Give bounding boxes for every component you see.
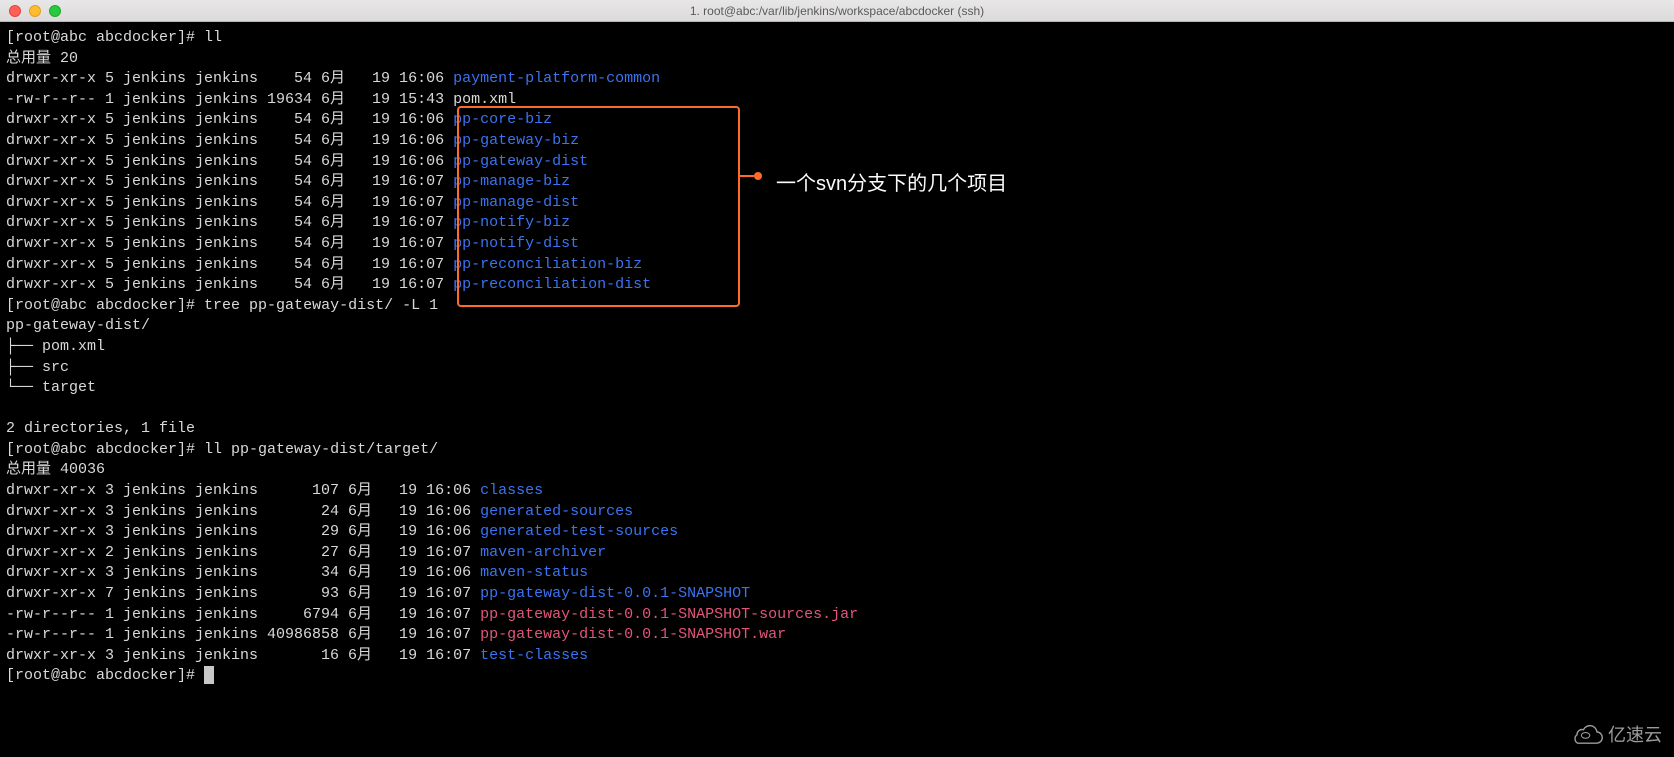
annotation-dot [754,172,762,180]
file-row: drwxr-xr-x 5 jenkins jenkins 54 6月 19 16… [6,194,453,211]
cursor [204,666,214,684]
file-name: pp-reconciliation-dist [453,276,651,293]
file-name: test-classes [480,647,588,664]
total-line: 总用量 20 [6,50,78,67]
command: ll pp-gateway-dist/target/ [204,441,438,458]
file-row: drwxr-xr-x 3 jenkins jenkins 29 6月 19 16… [6,523,480,540]
file-name: pp-gateway-dist [453,153,588,170]
file-name: pp-reconciliation-biz [453,256,642,273]
window-title: 1. root@abc:/var/lib/jenkins/workspace/a… [690,4,984,18]
file-row: drwxr-xr-x 5 jenkins jenkins 54 6月 19 16… [6,256,453,273]
total-line: 总用量 40036 [6,461,105,478]
cloud-icon [1570,723,1604,745]
file-row: drwxr-xr-x 2 jenkins jenkins 27 6月 19 16… [6,544,480,561]
file-name: classes [480,482,543,499]
tree-summary: 2 directories, 1 file [6,420,195,437]
file-name: pp-manage-biz [453,173,570,190]
annotation-connector [740,175,754,177]
terminal-content[interactable]: [root@abc abcdocker]# ll 总用量 20 drwxr-xr-x… [0,22,1674,693]
file-row: drwxr-xr-x 5 jenkins jenkins 54 6月 19 16… [6,70,453,87]
file-name: pp-notify-dist [453,235,579,252]
file-row: drwxr-xr-x 3 jenkins jenkins 16 6月 19 16… [6,647,480,664]
file-row: drwxr-xr-x 5 jenkins jenkins 54 6月 19 16… [6,173,453,190]
prompt: [root@abc abcdocker]# [6,667,204,684]
file-name: generated-test-sources [480,523,678,540]
tree-branch: ├── [6,359,42,376]
file-row: drwxr-xr-x 3 jenkins jenkins 24 6月 19 16… [6,503,480,520]
close-window-icon[interactable] [9,5,21,17]
file-name: pp-gateway-dist-0.0.1-SNAPSHOT-sources.j… [480,606,858,623]
command: tree pp-gateway-dist/ -L 1 [204,297,438,314]
file-name: pp-gateway-dist-0.0.1-SNAPSHOT.war [480,626,786,643]
file-row: drwxr-xr-x 5 jenkins jenkins 54 6月 19 16… [6,153,453,170]
file-name: pp-core-biz [453,111,552,128]
file-row: drwxr-xr-x 5 jenkins jenkins 54 6月 19 16… [6,276,453,293]
file-name: pp-gateway-dist-0.0.1-SNAPSHOT [480,585,750,602]
tree-item: pom.xml [42,338,105,355]
file-row: -rw-r--r-- 1 jenkins jenkins 19634 6月 19… [6,91,453,108]
watermark-logo: 亿速云 [1570,721,1662,747]
tree-branch: ├── [6,338,42,355]
tree-branch: └── [6,379,42,396]
file-row: drwxr-xr-x 3 jenkins jenkins 34 6月 19 16… [6,564,480,581]
file-row: drwxr-xr-x 5 jenkins jenkins 54 6月 19 16… [6,132,453,149]
file-name: maven-archiver [480,544,606,561]
file-row: drwxr-xr-x 3 jenkins jenkins 107 6月 19 1… [6,482,480,499]
file-row: drwxr-xr-x 7 jenkins jenkins 93 6月 19 16… [6,585,480,602]
annotation-label: 一个svn分支下的几个项目 [776,167,1007,196]
command: ll [204,29,222,46]
file-row: drwxr-xr-x 5 jenkins jenkins 54 6月 19 16… [6,214,453,231]
file-row: -rw-r--r-- 1 jenkins jenkins 6794 6月 19 … [6,606,480,623]
file-name: pp-notify-biz [453,214,570,231]
tree-root: pp-gateway-dist/ [6,317,150,334]
file-name: pp-manage-dist [453,194,579,211]
prompt: [root@abc abcdocker]# [6,441,204,458]
traffic-lights [0,5,61,17]
minimize-window-icon[interactable] [29,5,41,17]
file-row: drwxr-xr-x 5 jenkins jenkins 54 6月 19 16… [6,111,453,128]
file-row: -rw-r--r-- 1 jenkins jenkins 40986858 6月… [6,626,480,643]
maximize-window-icon[interactable] [49,5,61,17]
window-titlebar: 1. root@abc:/var/lib/jenkins/workspace/a… [0,0,1674,22]
file-name: maven-status [480,564,588,581]
file-name: generated-sources [480,503,633,520]
tree-item: src [42,359,69,376]
file-row: drwxr-xr-x 5 jenkins jenkins 54 6月 19 16… [6,235,453,252]
file-name: payment-platform-common [453,70,660,87]
tree-item: target [42,379,96,396]
prompt: [root@abc abcdocker]# [6,297,204,314]
file-name: pp-gateway-biz [453,132,579,149]
file-name: pom.xml [453,91,516,108]
watermark-text: 亿速云 [1608,721,1662,747]
prompt: [root@abc abcdocker]# [6,29,204,46]
